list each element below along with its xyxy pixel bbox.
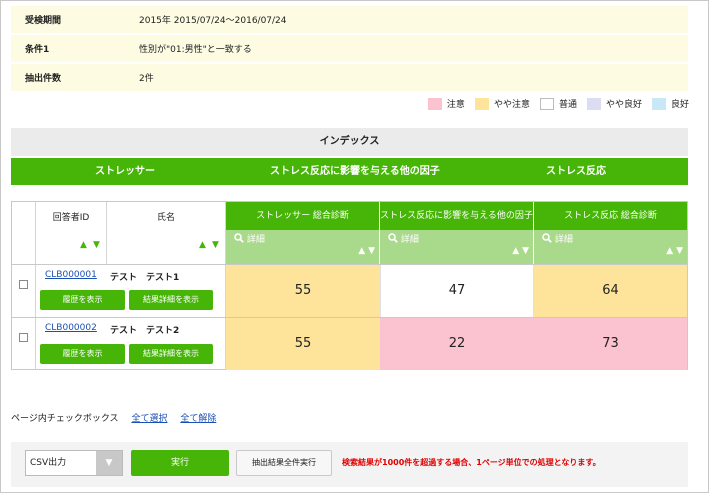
show-result-detail-button[interactable]: 結果詳細を表示 — [129, 290, 213, 310]
respondent-name: テスト テスト1 — [110, 273, 180, 283]
category-other-factors: ストレス反応に影響を与える他の因子 — [270, 166, 440, 177]
sort-asc-icon[interactable]: ▲ — [512, 246, 519, 256]
sort-controls[interactable]: ▲ ▼ — [358, 246, 375, 256]
score-cell: 22 — [380, 318, 534, 370]
condition-label: 抽出件数 — [11, 63, 138, 93]
index-header: インデックス — [11, 128, 688, 156]
detail-link[interactable]: 詳細 — [542, 232, 573, 245]
condition-row: 条件1 性別が"01:男性"と一致する — [11, 34, 688, 64]
score-column-other-factors: ストレス反応に影響を与える他の因子 詳細 ▲ ▼ — [380, 202, 533, 264]
results-table: 回答者ID ▲ ▼ 氏名 ▲ ▼ ストレッサー 総合診断 詳細 ▲ ▼ ストレス… — [11, 201, 688, 370]
row-checkbox[interactable] — [19, 333, 28, 342]
score-cell: 64 — [534, 265, 687, 317]
search-conditions: 受検期間 2015年 2015/07/24～2016/07/24 条件1 性別が… — [11, 6, 688, 93]
run-button[interactable]: 実行 — [131, 450, 229, 476]
score-cell: 47 — [380, 265, 534, 317]
respondent-name: テスト テスト2 — [110, 326, 180, 336]
page-checkbox-label: ページ内チェックボックス — [11, 414, 119, 424]
respondent-id-link[interactable]: CLB000001 — [45, 270, 97, 280]
legend-swatch — [474, 97, 489, 110]
show-history-button[interactable]: 履歴を表示 — [40, 290, 125, 310]
category-stress-response: ストレス反応 — [546, 166, 606, 177]
deselect-all-link[interactable]: 全て解除 — [180, 414, 216, 424]
legend-label: 普通 — [558, 100, 577, 110]
search-icon — [234, 233, 244, 243]
condition-label: 受検期間 — [11, 6, 138, 35]
column-header-stress-response: ストレス反応 総合診断 — [534, 202, 687, 230]
respondent-id-link[interactable]: CLB000002 — [45, 323, 97, 333]
column-header-respondent-id: 回答者ID — [52, 213, 90, 223]
detail-label: 詳細 — [554, 235, 573, 245]
column-tools: 詳細 ▲ ▼ — [380, 230, 533, 264]
column-header-other-factors: ストレス反応に影響を与える他の因子 — [380, 202, 533, 230]
chevron-down-icon[interactable]: ▼ — [96, 451, 122, 475]
condition-value: 2件 — [138, 63, 688, 93]
legend-label: 注意 — [446, 100, 465, 110]
condition-value: 2015年 2015/07/24～2016/07/24 — [138, 6, 688, 35]
sort-controls[interactable]: ▲ ▼ — [512, 246, 529, 256]
column-tools: 詳細 ▲ ▼ — [226, 230, 379, 264]
output-format-value: CSV出力 — [30, 458, 67, 468]
legend-item-good: 良好 — [651, 97, 689, 110]
legend-item-caution: 注意 — [427, 97, 465, 110]
select-all-link[interactable]: 全て選択 — [131, 414, 167, 424]
action-bar: CSV出力 ▼ 実行 抽出結果全件実行 検索結果が1000件を超過する場合、1ペ… — [11, 442, 688, 487]
detail-label: 詳細 — [246, 235, 265, 245]
legend-label: やや注意 — [493, 100, 530, 110]
column-header-stressor: ストレッサー 総合診断 — [226, 202, 379, 230]
legend-label: やや良好 — [605, 100, 642, 110]
sort-asc-icon[interactable]: ▲ — [666, 246, 673, 256]
legend-item-slight-caution: やや注意 — [474, 97, 530, 110]
legend-label: 良好 — [670, 100, 689, 110]
limit-warning: 検索結果が1000件を超過する場合、1ページ単位での処理となります。 — [342, 458, 601, 467]
detail-label: 詳細 — [400, 235, 419, 245]
legend-item-slightly-good: やや良好 — [586, 97, 642, 110]
category-bar: ストレッサー ストレス反応に影響を与える他の因子 ストレス反応 — [11, 158, 688, 185]
detail-link[interactable]: 詳細 — [234, 232, 265, 245]
sort-desc-icon[interactable]: ▼ — [676, 246, 683, 256]
search-icon — [388, 233, 398, 243]
legend-swatch — [651, 97, 666, 110]
condition-row: 受検期間 2015年 2015/07/24～2016/07/24 — [11, 6, 688, 35]
sort-desc-icon[interactable]: ▼ — [522, 246, 529, 256]
run-all-results-button[interactable]: 抽出結果全件実行 — [236, 450, 332, 476]
output-format-select[interactable]: CSV出力 ▼ — [25, 450, 123, 476]
column-tools: 詳細 ▲ ▼ — [534, 230, 687, 264]
sort-asc-icon[interactable]: ▲ — [199, 240, 206, 250]
search-icon — [542, 233, 552, 243]
page-checkbox-controls: ページ内チェックボックス 全て選択 全て解除 — [11, 411, 216, 424]
condition-value: 性別が"01:男性"と一致する — [138, 34, 688, 64]
color-legend: 注意 やや注意 普通 やや良好 良好 — [427, 97, 689, 110]
detail-link[interactable]: 詳細 — [388, 232, 419, 245]
show-history-button[interactable]: 履歴を表示 — [40, 344, 125, 364]
category-stressor: ストレッサー — [95, 166, 155, 177]
sort-controls[interactable]: ▲ ▼ — [666, 246, 683, 256]
score-cell: 73 — [534, 318, 687, 370]
show-result-detail-button[interactable]: 結果詳細を表示 — [129, 344, 213, 364]
condition-row: 抽出件数 2件 — [11, 63, 688, 93]
sort-desc-icon[interactable]: ▼ — [93, 240, 100, 250]
score-cell: 55 — [226, 318, 380, 370]
legend-swatch — [427, 97, 442, 110]
sort-desc-icon[interactable]: ▼ — [212, 240, 219, 250]
legend-swatch — [539, 97, 554, 110]
score-column-stress-response: ストレス反応 総合診断 詳細 ▲ ▼ — [534, 202, 687, 264]
sort-asc-icon[interactable]: ▲ — [80, 240, 87, 250]
score-cell: 55 — [226, 265, 380, 317]
condition-label: 条件1 — [11, 34, 138, 64]
legend-swatch — [586, 97, 601, 110]
sort-asc-icon[interactable]: ▲ — [358, 246, 365, 256]
divider — [35, 202, 36, 369]
row-checkbox[interactable] — [19, 280, 28, 289]
sort-desc-icon[interactable]: ▼ — [368, 246, 375, 256]
legend-item-normal: 普通 — [539, 97, 577, 110]
column-header-name: 氏名 — [156, 213, 175, 223]
score-column-stressor: ストレッサー 総合診断 詳細 ▲ ▼ — [226, 202, 379, 264]
